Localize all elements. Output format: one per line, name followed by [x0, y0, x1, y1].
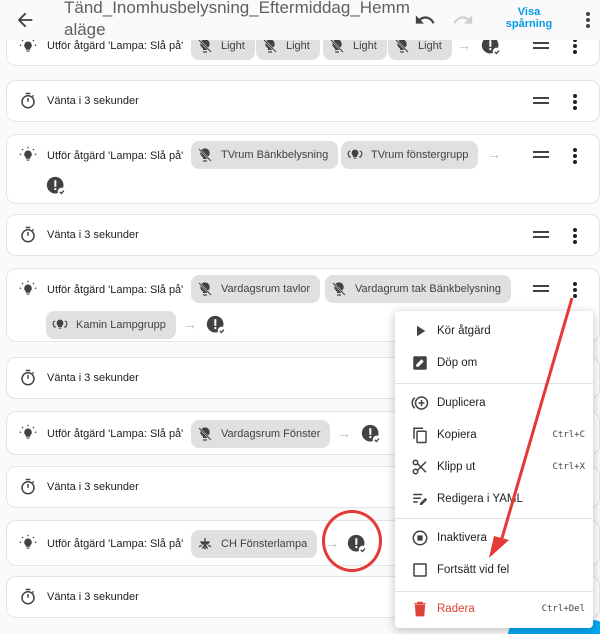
timer-icon [19, 478, 37, 496]
menu-item-rename[interactable]: Döp om [395, 350, 593, 376]
lightbulb-icon [19, 280, 37, 298]
action-text: Utför åtgärd 'Lampa: Slå på' [47, 40, 184, 52]
action-text: Utför åtgärd 'Lampa: Slå på' [47, 428, 184, 440]
lightbulb-off-icon [197, 281, 213, 297]
delay-card-2[interactable]: Vänta i 3 sekunder [6, 214, 600, 256]
menu-item-run-action[interactable]: Kör åtgärd [395, 318, 593, 344]
disable-icon [412, 530, 428, 546]
ceiling-light-icon [197, 536, 213, 552]
lightbulb-off-icon [197, 426, 213, 442]
lightbulb-off-icon [331, 281, 347, 297]
play-icon [417, 325, 426, 337]
arrow-right-icon: → [183, 316, 197, 332]
entity-chip[interactable]: Vardagsrum tavlor [191, 275, 321, 303]
action-card-2[interactable]: Utför åtgärd 'Lampa: Slå på' TVrum Bänkb… [6, 134, 600, 204]
delay-card-1[interactable]: Vänta i 3 sekunder [6, 80, 600, 122]
more-vertical-icon[interactable] [572, 227, 578, 245]
menu-item-cut[interactable]: Klipp ut Ctrl+X [395, 454, 593, 480]
action-text: Utför åtgärd 'Lampa: Slå på' [47, 150, 184, 162]
drag-handle-icon[interactable] [533, 285, 549, 295]
entity-chip[interactable]: CH Fönsterlampa [191, 530, 318, 558]
entity-chip[interactable]: TVrum Bänkbelysning [191, 141, 339, 169]
drag-handle-icon[interactable] [533, 231, 549, 241]
menu-divider [395, 383, 593, 384]
action-text: Utför åtgärd 'Lampa: Slå på' [47, 284, 184, 296]
lightbulb-group-icon [52, 317, 68, 333]
context-menu: Kör åtgärd Döp om Duplicera Kopiera Ctrl… [395, 311, 593, 628]
menu-item-delete[interactable]: Radera Ctrl+Del [395, 596, 593, 622]
entity-chip[interactable]: Kamin Lampgrupp [46, 311, 176, 339]
more-vertical-icon[interactable] [572, 147, 578, 165]
lightbulb-icon [19, 534, 37, 552]
duplicate-icon [411, 396, 429, 410]
timer-icon [19, 369, 37, 387]
entity-chip[interactable]: Vardagsrum Fönster [191, 420, 331, 448]
menu-item-copy[interactable]: Kopiera Ctrl+C [395, 422, 593, 448]
checkbox-icon[interactable] [411, 561, 429, 579]
menu-item-disable[interactable]: Inaktivera [395, 525, 593, 551]
action-text: Utför åtgärd 'Lampa: Slå på' [47, 538, 184, 550]
delay-text: Vänta i 3 sekunder [47, 591, 139, 603]
drag-handle-icon[interactable] [533, 151, 549, 161]
delay-text: Vänta i 3 sekunder [47, 481, 139, 493]
back-arrow-icon[interactable] [14, 9, 36, 31]
more-vertical-icon[interactable] [572, 93, 578, 111]
menu-item-edit-yaml[interactable]: Redigera i YAML [395, 486, 593, 512]
arrow-right-icon: → [487, 146, 501, 162]
top-app-bar: Tänd_Inomhusbelysning_Eftermiddag_Hemmal… [0, 0, 600, 40]
show-trace-button[interactable]: Visa spårning [500, 6, 558, 30]
alert-check-icon [361, 424, 381, 444]
menu-item-duplicate[interactable]: Duplicera [395, 390, 593, 416]
timer-icon [19, 92, 37, 110]
delay-text: Vänta i 3 sekunder [47, 372, 139, 384]
redo-icon[interactable] [452, 9, 474, 31]
cut-icon [412, 459, 427, 475]
delete-icon [414, 601, 426, 617]
delete-label: Radera [437, 603, 475, 615]
more-vertical-icon[interactable] [584, 9, 592, 31]
yaml-edit-icon [413, 493, 428, 505]
alert-check-icon [46, 176, 66, 196]
menu-item-continue-on-error[interactable]: Fortsätt vid fel [395, 557, 593, 583]
copy-icon [413, 427, 427, 444]
annotation-circle [322, 510, 382, 572]
entity-chip[interactable]: TVrum fönstergrupp [341, 141, 479, 169]
delay-text: Vänta i 3 sekunder [47, 229, 139, 241]
timer-icon [19, 226, 37, 244]
drag-handle-icon[interactable] [533, 42, 549, 52]
entity-chip[interactable]: Vardagrum tak Bänkbelysning [325, 275, 511, 303]
arrow-right-icon: → [337, 425, 351, 441]
drag-handle-icon[interactable] [533, 97, 549, 107]
lightbulb-icon [19, 146, 37, 164]
lightbulb-off-icon [197, 147, 213, 163]
timer-icon [19, 588, 37, 606]
lightbulb-icon [19, 424, 37, 442]
menu-divider [395, 591, 593, 592]
delay-text: Vänta i 3 sekunder [47, 95, 139, 107]
alert-check-icon [206, 315, 226, 335]
menu-divider [395, 518, 593, 519]
page-title: Tänd_Inomhusbelysning_Eftermiddag_Hemmal… [64, 0, 410, 39]
rename-icon [413, 356, 427, 370]
more-vertical-icon[interactable] [572, 281, 578, 299]
undo-icon[interactable] [414, 9, 436, 31]
lightbulb-group-icon [347, 147, 363, 163]
